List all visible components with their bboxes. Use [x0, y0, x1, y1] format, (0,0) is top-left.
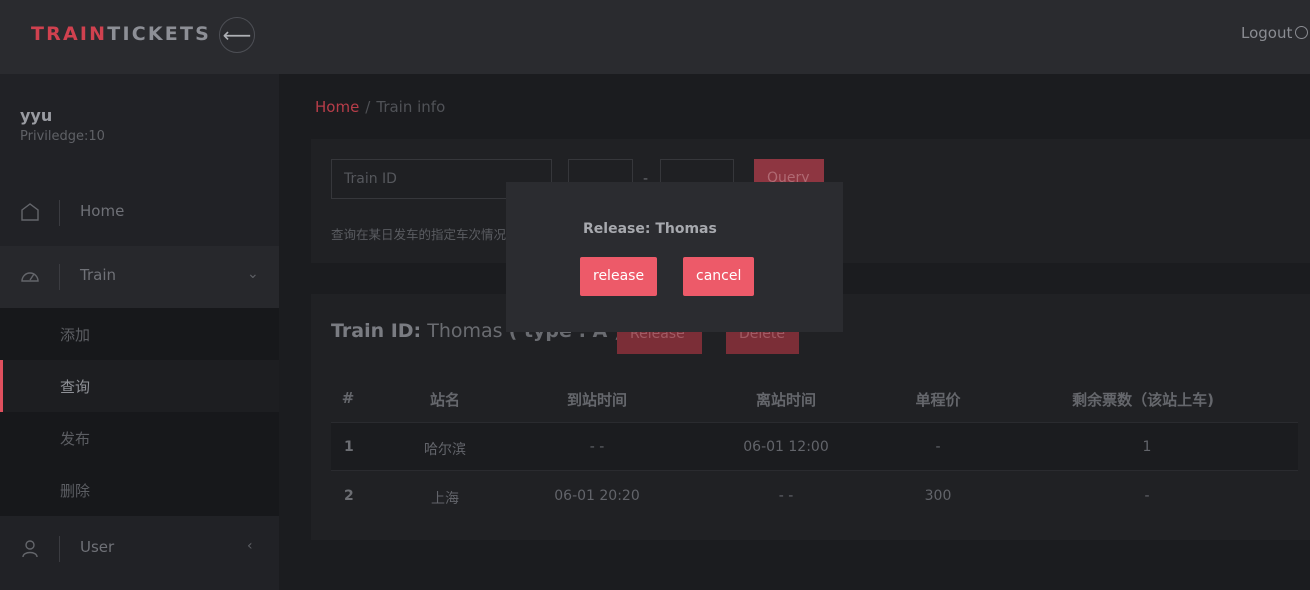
- sidebar-subitem-label: 发布: [60, 430, 91, 448]
- home-icon: [21, 203, 39, 221]
- table-cell: 06-01 12:00: [743, 439, 829, 455]
- logo-part-tickets: TICKETS: [107, 23, 212, 45]
- column-header: 单程价: [915, 391, 961, 409]
- table-cell: 哈尔滨: [424, 442, 466, 458]
- app-logo[interactable]: TRAINTICKETS: [31, 23, 211, 45]
- sidebar-item-label: Train: [80, 266, 116, 284]
- sidebar: yyu Priviledge:10 Home Train ⌄ 添加 查询 发布 …: [0, 74, 279, 590]
- column-header: 站名: [429, 391, 461, 409]
- sidebar-subitem-publish[interactable]: 发布: [0, 412, 279, 464]
- logout-button[interactable]: Logout: [1241, 24, 1309, 42]
- confirm-release-button[interactable]: release: [580, 257, 658, 296]
- train-id-label: Train ID:: [331, 320, 422, 342]
- username: yyu: [20, 106, 53, 125]
- dialog-message: Release: Thomas: [583, 221, 717, 237]
- arrow-left-icon: ⟵: [222, 23, 252, 47]
- logo-part-train: TRAIN: [31, 23, 108, 45]
- breadcrumb-home-link[interactable]: Home: [315, 98, 359, 116]
- breadcrumb-separator: /: [365, 98, 371, 116]
- logout-label: Logout: [1241, 24, 1293, 42]
- table-cell: 2: [344, 488, 354, 504]
- table-cell: 06-01 20:20: [554, 488, 640, 504]
- train-id-value: Thomas: [427, 320, 503, 342]
- divider: [59, 264, 60, 290]
- release-confirm-dialog: Release: Thomas release cancel: [506, 182, 843, 332]
- sidebar-item-home[interactable]: Home: [0, 182, 279, 244]
- sidebar-item-label: Home: [80, 202, 125, 220]
- logout-icon: [1295, 26, 1309, 39]
- sidebar-subitem-query[interactable]: 查询: [0, 360, 279, 412]
- divider: [59, 200, 60, 226]
- table-cell: 上海: [431, 491, 459, 507]
- back-button[interactable]: ⟵: [219, 17, 255, 53]
- column-header: 离站时间: [755, 391, 817, 409]
- query-hint: 查询在某日发车的指定车次情况: [331, 227, 507, 242]
- sidebar-subitem-delete[interactable]: 删除: [0, 464, 279, 516]
- table-cell: 1: [344, 439, 354, 455]
- breadcrumb-current: Train info: [376, 98, 446, 116]
- table-cell: - -: [778, 488, 794, 504]
- column-header: 剩余票数（该站上车): [1072, 391, 1214, 409]
- sidebar-subitem-label: 查询: [60, 378, 91, 396]
- sidebar-subitem-add[interactable]: 添加: [0, 308, 279, 360]
- cancel-button[interactable]: cancel: [683, 257, 755, 296]
- table-cell: - -: [589, 439, 605, 455]
- sidebar-item-user[interactable]: User ‹: [0, 518, 279, 580]
- table-cell: -: [935, 439, 941, 455]
- table-cell: -: [1144, 488, 1150, 504]
- breadcrumb: Home / Train info: [315, 98, 445, 116]
- user-icon: [22, 540, 38, 558]
- sidebar-item-train[interactable]: Train ⌄: [0, 246, 279, 308]
- table-cell: 300: [924, 488, 952, 504]
- divider: [59, 536, 60, 562]
- table-cell: 1: [1142, 439, 1152, 455]
- privilege-level: Priviledge:10: [20, 129, 105, 144]
- chevron-left-icon: ‹: [247, 538, 253, 554]
- column-header: 到站时间: [566, 391, 628, 409]
- sidebar-subitem-label: 添加: [60, 326, 91, 344]
- sidebar-subitem-label: 删除: [60, 482, 91, 500]
- gauge-icon: [21, 272, 39, 282]
- chevron-down-icon: ⌄: [247, 266, 259, 282]
- top-bar: TRAINTICKETS ⟵ Logout: [0, 0, 1310, 74]
- column-header: #: [341, 389, 355, 407]
- sidebar-item-label: User: [80, 538, 115, 556]
